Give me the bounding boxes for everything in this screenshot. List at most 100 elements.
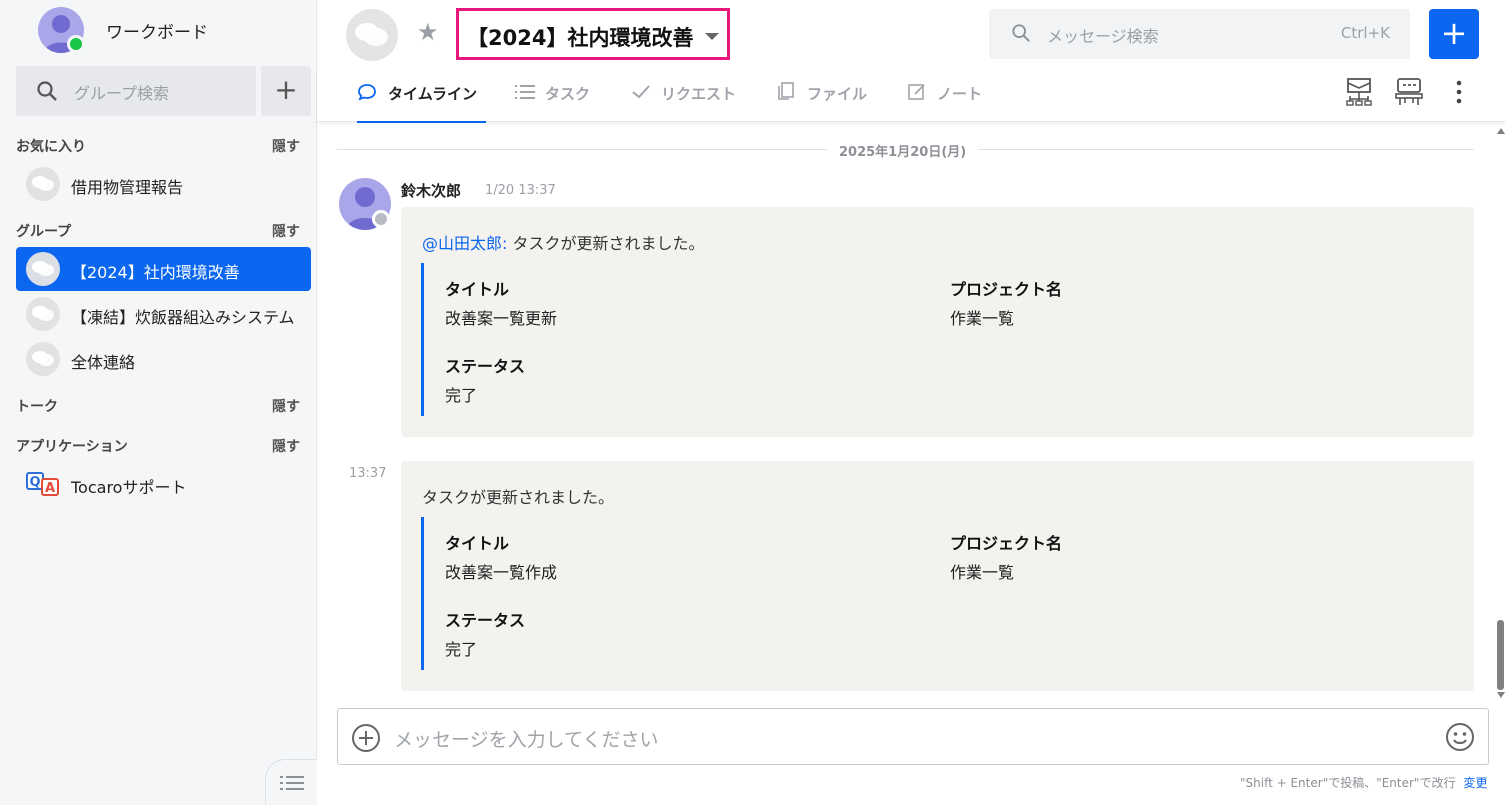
field-value: 改善案一覧更新: [445, 309, 558, 328]
tab-file[interactable]: ファイル: [776, 70, 871, 122]
search-shortcut: Ctrl+K: [1340, 24, 1390, 42]
chevron-down-icon: [705, 33, 719, 40]
quote-bar: [421, 263, 424, 416]
field-label: タイトル: [445, 534, 510, 553]
scroll-up-icon[interactable]: [1497, 128, 1505, 134]
field-value: 作業一覧: [950, 309, 1015, 328]
tab-bar: タイムライン タスク リクエスト ファイル ノート: [317, 70, 1505, 123]
workspace-name[interactable]: ワークボード: [106, 18, 208, 43]
group-avatar: [346, 9, 398, 61]
message-search-input[interactable]: メッセージ検索 Ctrl+K: [989, 9, 1410, 59]
message-timestamp: 1/20 13:37: [485, 183, 556, 198]
sidebar-item-label: 全体連絡: [71, 353, 136, 372]
message-input-placeholder: メッセージを入力してください: [394, 729, 659, 751]
sidebar-item-label: 【凍結】炊飯器組込みシステム: [71, 308, 295, 327]
svg-text:Q: Q: [29, 475, 40, 490]
emoji-icon[interactable]: [1445, 722, 1475, 752]
search-icon: [1012, 24, 1030, 42]
group-search-input[interactable]: グループ検索: [16, 66, 256, 116]
note-icon: [908, 84, 925, 100]
sidebar-item-group[interactable]: 全体連絡: [16, 337, 311, 381]
check-icon: [632, 85, 650, 99]
group-avatar-icon: [26, 252, 60, 286]
group-avatar-icon: [26, 342, 60, 376]
qa-support-icon: Q A: [26, 472, 59, 496]
section-apps-label: アプリケーション: [16, 439, 128, 455]
list-icon: [515, 85, 535, 99]
scroll-down-icon[interactable]: [1497, 692, 1505, 698]
message-search-placeholder: メッセージ検索: [1047, 27, 1159, 46]
message-author[interactable]: 鈴木次郎: [401, 180, 461, 201]
sidebar-item-label: Tocaroサポート: [71, 478, 187, 497]
section-groups-label: グループ: [16, 224, 72, 240]
sidebar-item-label: 借用物管理報告: [71, 178, 184, 197]
file-icon: [778, 82, 794, 100]
message-input[interactable]: メッセージを入力してください: [337, 708, 1489, 765]
chat-bubble-icon: [358, 84, 376, 101]
add-group-button[interactable]: +: [261, 66, 311, 116]
app-window: ワークボード グループ検索 + お気に入り 隠す 借用物管理報告 グループ 隠す…: [0, 0, 1505, 805]
group-avatar-icon: [26, 167, 60, 201]
member-board-icon[interactable]: [1345, 77, 1373, 107]
tab-label: リクエスト: [661, 85, 737, 103]
tab-label: ファイル: [807, 85, 868, 103]
date-label: 2025年1月20日(月): [827, 141, 979, 160]
group-avatar-icon: [26, 297, 60, 331]
user-status-icon: [372, 210, 390, 228]
page-title: 【2024】社内環境改善: [467, 26, 694, 50]
add-attachment-icon[interactable]: [351, 723, 381, 753]
field-label: ステータス: [445, 611, 526, 630]
tab-timeline[interactable]: タイムライン: [357, 70, 486, 123]
sidebar-item-group[interactable]: 【凍結】炊飯器組込みシステム: [16, 292, 311, 336]
composer-hint: "Shift + Enter"で投稿、"Enter"で改行 変更: [1240, 776, 1488, 790]
message-text: @山田太郎: タスクが更新されました。: [422, 234, 705, 253]
quote-bar: [421, 517, 424, 670]
sidebar-item-favorite[interactable]: 借用物管理報告: [16, 162, 311, 206]
hide-apps-button[interactable]: 隠す: [272, 436, 300, 456]
sidebar-item-app[interactable]: Q A Tocaroサポート: [16, 462, 311, 506]
sidebar-menu-button[interactable]: [265, 759, 317, 805]
section-apps: アプリケーション 隠す: [16, 436, 300, 456]
svg-text:A: A: [45, 481, 55, 496]
tab-note[interactable]: ノート: [907, 70, 987, 122]
sidebar: ワークボード グループ検索 + お気に入り 隠す 借用物管理報告 グループ 隠す…: [0, 0, 317, 805]
field-label: プロジェクト名: [950, 534, 1063, 553]
field-label: プロジェクト名: [950, 280, 1063, 299]
timeline: 2025年1月20日(月) 鈴木次郎 1/20 13:37 @山田太郎: タスク…: [317, 122, 1497, 702]
section-talk: トーク 隠す: [16, 396, 300, 416]
new-post-button[interactable]: +: [1429, 9, 1479, 59]
favorite-star-icon[interactable]: ★: [417, 18, 439, 46]
change-shortcut-link[interactable]: 変更: [1463, 776, 1487, 790]
message-timestamp: 13:37: [349, 466, 387, 481]
field-label: ステータス: [445, 357, 526, 376]
mention-link[interactable]: @山田太郎:: [422, 234, 507, 253]
section-talk-label: トーク: [16, 399, 58, 415]
section-groups: グループ 隠す: [16, 221, 300, 241]
list-menu-icon: [280, 776, 304, 790]
message-card: @山田太郎: タスクが更新されました。 タイトル 改善案一覧更新 プロジェクト名…: [401, 207, 1474, 437]
message-text: タスクが更新されました。: [422, 488, 615, 507]
message-card: タスクが更新されました。 タイトル 改善案一覧作成 プロジェクト名 作業一覧 ス…: [401, 461, 1474, 691]
tab-request[interactable]: リクエスト: [631, 70, 741, 122]
field-label: タイトル: [445, 280, 510, 299]
field-value: 完了: [445, 640, 478, 659]
field-value: 改善案一覧作成: [445, 563, 558, 582]
sidebar-item-group-active[interactable]: 【2024】社内環境改善: [16, 247, 311, 291]
group-title-dropdown[interactable]: 【2024】社内環境改善: [456, 8, 730, 60]
more-vertical-icon[interactable]: [1455, 80, 1463, 104]
field-value: 作業一覧: [950, 563, 1015, 582]
field-value: 完了: [445, 386, 478, 405]
tab-task[interactable]: タスク: [515, 70, 595, 122]
hide-groups-button[interactable]: 隠す: [272, 221, 300, 241]
tab-label: タスク: [545, 85, 591, 103]
section-favorites-label: お気に入り: [16, 139, 86, 155]
meeting-icon[interactable]: [1394, 77, 1424, 107]
scrollbar-thumb[interactable]: [1497, 620, 1504, 690]
tab-label: ノート: [937, 85, 983, 103]
group-search-placeholder: グループ検索: [74, 84, 170, 103]
tab-label: タイムライン: [388, 85, 477, 103]
hide-talk-button[interactable]: 隠す: [272, 396, 300, 416]
scrollbar[interactable]: [1497, 122, 1505, 702]
section-favorites: お気に入り 隠す: [16, 136, 300, 156]
hide-favorites-button[interactable]: 隠す: [272, 136, 300, 156]
